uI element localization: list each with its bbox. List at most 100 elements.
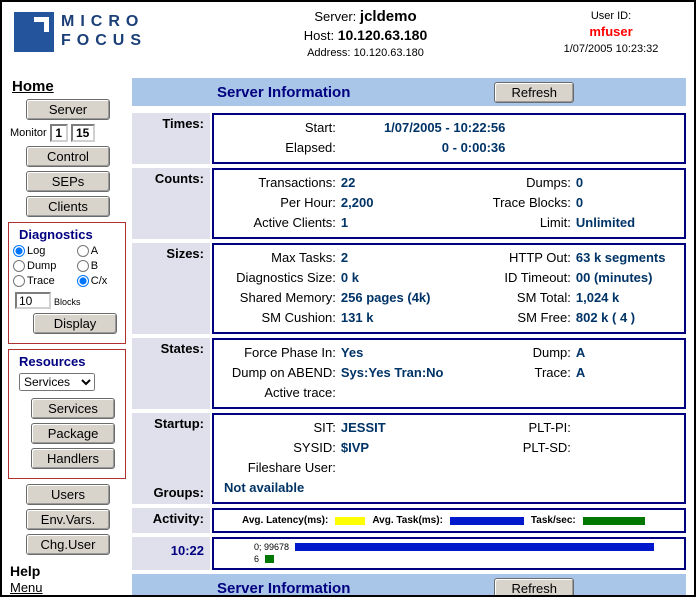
- radio-a[interactable]: A: [77, 245, 123, 257]
- resources-group: Resources Services Services Package Hand…: [8, 349, 126, 479]
- field-value: JESSIT: [341, 418, 473, 438]
- field-label: Fileshare User:: [214, 458, 341, 478]
- blocks-label: Blocks: [54, 297, 81, 309]
- monitor-interval-input[interactable]: [50, 124, 68, 142]
- user-id-label: User ID:: [536, 10, 686, 22]
- sizes-section: Sizes: Max Tasks: 2 HTTP Out: 63 k segme…: [132, 243, 686, 334]
- field-label: Active Clients:: [214, 213, 341, 233]
- field-label: Active trace:: [214, 383, 341, 403]
- user-id-value: mfuser: [536, 24, 686, 39]
- times-section: Times: Start: 1/07/2005 - 10:22:56 Elaps…: [132, 113, 686, 164]
- field-value: Yes: [341, 343, 473, 363]
- server-button[interactable]: Server: [26, 99, 110, 120]
- field-value: 0 k: [341, 268, 473, 288]
- radio-trace[interactable]: Trace: [13, 275, 77, 287]
- envvars-button[interactable]: Env.Vars.: [26, 509, 110, 530]
- home-link[interactable]: Home: [12, 78, 130, 95]
- footer-title: Server Information: [217, 580, 350, 597]
- radio-b[interactable]: B: [77, 260, 123, 272]
- activity-legend: Avg. Latency(ms): Avg. Task(ms): Task/se…: [212, 508, 686, 533]
- times-box: Start: 1/07/2005 - 10:22:56 Elapsed: 0 -…: [212, 113, 686, 164]
- legend-tasksec-bar: [583, 517, 645, 525]
- radio-log-input[interactable]: [13, 245, 25, 257]
- field-value: 1,024 k: [576, 288, 684, 308]
- legend-latency-bar: [335, 517, 365, 525]
- radio-a-input[interactable]: [77, 245, 89, 257]
- field-label: SYSID:: [214, 438, 341, 458]
- field-label: Dumps:: [472, 173, 575, 193]
- field-label: Diagnostics Size:: [214, 268, 341, 288]
- activity-label: Activity:: [132, 508, 210, 533]
- radio-log[interactable]: Log: [13, 245, 77, 257]
- tasksec-bar: [265, 555, 274, 563]
- datetime: 1/07/2005 10:23:32: [536, 43, 686, 55]
- server-label: Server:: [314, 9, 356, 24]
- field-label: Dump:: [472, 343, 575, 363]
- control-button[interactable]: Control: [26, 146, 110, 167]
- radio-b-label: B: [91, 260, 98, 272]
- activity-section: Activity: Avg. Latency(ms): Avg. Task(ms…: [132, 508, 686, 533]
- radio-b-input[interactable]: [77, 260, 89, 272]
- sample-time: 10:22: [132, 537, 210, 570]
- display-button[interactable]: Display: [33, 313, 117, 334]
- host-address: 10.120.63.180: [338, 27, 428, 43]
- refresh-button[interactable]: Refresh: [494, 82, 574, 103]
- blocks-input[interactable]: [15, 292, 51, 309]
- blocks-row: Blocks: [15, 292, 123, 309]
- field-value: [576, 418, 684, 438]
- counts-box: Transactions: 22 Dumps: 0 Per Hour: 2,20…: [212, 168, 686, 239]
- app-window: MICRO FOCUS Server: jcldemo Host: 10.120…: [0, 0, 696, 597]
- menu-link[interactable]: Menu: [10, 580, 130, 595]
- footer-refresh-button[interactable]: Refresh: [494, 578, 574, 597]
- field-label: Limit:: [472, 213, 575, 233]
- clients-button[interactable]: Clients: [26, 196, 110, 217]
- body: Home Server Monitor Control SEPs Clients…: [2, 76, 694, 597]
- monitor-label: Monitor: [10, 127, 47, 139]
- sizes-box: Max Tasks: 2 HTTP Out: 63 k segments Dia…: [212, 243, 686, 334]
- radio-trace-label: Trace: [27, 275, 55, 287]
- field-label: Transactions:: [214, 173, 341, 193]
- field-value: 0 - 0:00:36: [341, 138, 506, 158]
- package-button[interactable]: Package: [31, 423, 115, 444]
- legend-tasksec-label: Task/sec:: [531, 515, 576, 526]
- host-label: Host:: [304, 28, 334, 43]
- field-value: 0: [576, 193, 684, 213]
- field-value: 1/07/2005 - 10:22:56: [341, 118, 506, 138]
- user-info: User ID: mfuser 1/07/2005 10:23:32: [536, 8, 686, 76]
- field-label: Trace Blocks:: [472, 193, 575, 213]
- monitor-count-input[interactable]: [71, 124, 95, 142]
- field-label: Force Phase In:: [214, 343, 341, 363]
- field-value: [576, 383, 684, 403]
- monitor-row: Monitor: [10, 124, 130, 142]
- field-label: Per Hour:: [214, 193, 341, 213]
- field-label: SIT:: [214, 418, 341, 438]
- page-header: MICRO FOCUS Server: jcldemo Host: 10.120…: [2, 2, 694, 76]
- radio-cx[interactable]: C/x: [77, 275, 123, 287]
- field-value: A: [576, 343, 684, 363]
- legend-task-label: Avg. Task(ms):: [372, 515, 443, 526]
- chguser-button[interactable]: Chg.User: [26, 534, 110, 555]
- services-button[interactable]: Services: [31, 398, 115, 419]
- field-label: HTTP Out:: [472, 248, 575, 268]
- field-value: Sys:Yes Tran:No: [341, 363, 473, 383]
- main-content: Server Information Refresh Times: Start:…: [130, 76, 694, 597]
- radio-dump[interactable]: Dump: [13, 260, 77, 272]
- help-label: Help: [10, 563, 130, 579]
- handlers-button[interactable]: Handlers: [31, 448, 115, 469]
- resources-select[interactable]: Services: [19, 373, 95, 391]
- counts-label: Counts:: [132, 168, 210, 239]
- groups-value: Not available: [214, 478, 304, 498]
- radio-dump-input[interactable]: [13, 260, 25, 272]
- activity-sample-box: 0; 99678 6: [212, 537, 686, 570]
- field-value: 00 (minutes): [576, 268, 684, 288]
- field-value: [341, 383, 473, 403]
- seps-button[interactable]: SEPs: [26, 171, 110, 192]
- resources-title: Resources: [19, 354, 123, 369]
- radio-trace-input[interactable]: [13, 275, 25, 287]
- radio-cx-input[interactable]: [77, 275, 89, 287]
- field-value: 802 k ( 4 ): [576, 308, 684, 328]
- startup-groups-labels: Startup: Groups:: [132, 413, 210, 504]
- legend-task-bar: [450, 517, 524, 525]
- users-button[interactable]: Users: [26, 484, 110, 505]
- states-label: States:: [132, 338, 210, 409]
